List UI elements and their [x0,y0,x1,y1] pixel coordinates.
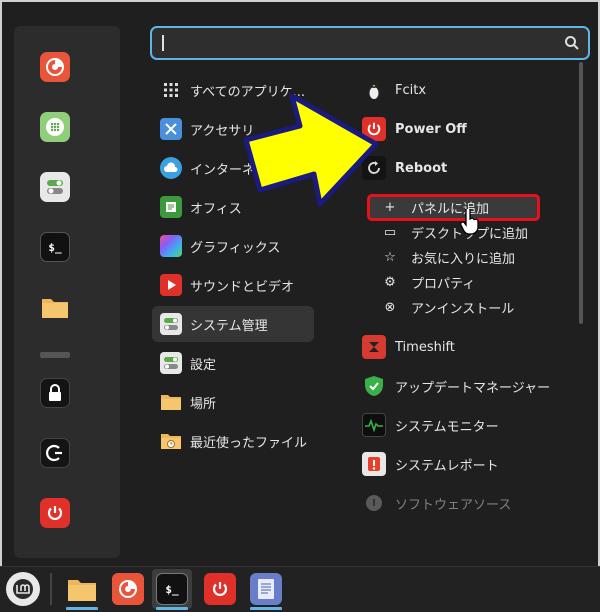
category-label: サウンドとビデオ [190,279,295,295]
category-system-administration[interactable]: システム管理 [152,306,314,342]
context-label: アンインストール [411,301,515,317]
power-icon[interactable] [40,498,70,528]
gear-icon: ⚙ [384,274,396,290]
running-indicator [156,607,188,610]
app-label: システムモニター [395,419,499,435]
search-icon[interactable] [564,35,580,55]
running-indicator [250,607,282,610]
taskbar-terminal-icon[interactable]: $_ [156,573,188,605]
app-update-manager[interactable]: アップデートマネージャー [358,369,550,403]
app-system-reports[interactable]: システムレポート [358,447,499,481]
internet-icon [160,157,182,179]
taskbar-files-icon[interactable] [66,573,98,605]
app-label: ソフトウェアソース [395,497,512,513]
settings-icon [160,352,182,374]
office-icon [160,196,182,218]
divider [50,573,52,605]
taskbar-text-editor-icon[interactable] [250,573,282,605]
context-uninstall[interactable]: ⊗ アンインストール [382,295,515,319]
context-properties[interactable]: ⚙ プロパティ [382,270,475,294]
category-label: 場所 [190,396,217,412]
multimedia-icon [160,274,182,296]
yellow-arrow-annotation [242,92,382,216]
folder-icon [160,391,182,413]
uninstall-icon: ⊗ [384,299,396,315]
desktop-icon: ▭ [383,224,397,240]
application-menu: $_ すべてのアプリケ... アクセサリ インターネ オフィス グラフィックス … [0,0,600,570]
category-graphics[interactable]: グラフィックス [152,228,314,264]
plus-icon: + [384,199,396,215]
scrollbar[interactable] [579,62,583,324]
star-icon: ☆ [384,249,396,265]
graphics-icon [160,235,182,257]
text-caret [162,35,164,51]
app-label: システムレポート [395,458,499,474]
system-report-icon [362,452,386,476]
app-software-sources[interactable]: ソフトウェアソース [358,486,511,520]
category-sound-video[interactable]: サウンドとビデオ [152,267,314,303]
search-input[interactable] [150,26,590,60]
folder-icon[interactable] [40,292,70,322]
taskbar-power-icon[interactable] [204,573,236,605]
context-add-to-favorites[interactable]: ☆ お気に入りに追加 [382,245,515,269]
grid-icon [160,79,182,101]
calculator-icon[interactable] [40,112,70,142]
app-label: Timeshift [395,339,455,355]
toggle-settings-icon[interactable] [40,172,70,202]
app-label: アップデートマネージャー [395,380,551,396]
software-sources-icon [362,491,386,515]
category-label: 設定 [190,357,217,373]
category-recent-files[interactable]: 最近使ったファイル [152,423,314,459]
category-label: 最近使ったファイル [190,435,308,451]
lock-icon[interactable] [40,378,70,408]
context-label: プロパティ [411,276,476,292]
accessories-icon [160,118,182,140]
running-indicator [66,607,98,610]
app-label: Power Off [395,121,467,137]
category-label: システム管理 [190,318,268,334]
system-admin-icon [160,313,182,335]
terminal-icon[interactable]: $_ [40,232,70,262]
hand-cursor-icon [460,207,480,239]
taskbar-firefox-icon[interactable] [112,573,144,605]
taskbar: $_ [0,566,600,612]
context-label: お気に入りに追加 [411,251,516,267]
system-monitor-icon [362,413,386,437]
favorites-sidebar: $_ [14,26,120,558]
divider [40,352,70,358]
category-preferences[interactable]: 設定 [152,345,314,381]
timeshift-icon [362,335,386,359]
recent-files-icon [160,430,182,452]
app-label: Reboot [395,160,448,176]
mint-menu-icon[interactable] [6,572,40,606]
firefox-icon[interactable] [40,52,70,82]
category-label: グラフィックス [190,240,281,256]
category-label: オフィス [190,201,242,217]
app-label: Fcitx [395,82,427,98]
category-places[interactable]: 場所 [152,384,314,420]
app-system-monitor[interactable]: システムモニター [358,408,499,442]
context-add-to-desktop[interactable]: ▭ デスクトップに追加 [382,220,528,244]
logout-icon[interactable] [40,438,70,468]
update-shield-icon [362,374,386,398]
app-timeshift[interactable]: Timeshift [358,330,455,364]
